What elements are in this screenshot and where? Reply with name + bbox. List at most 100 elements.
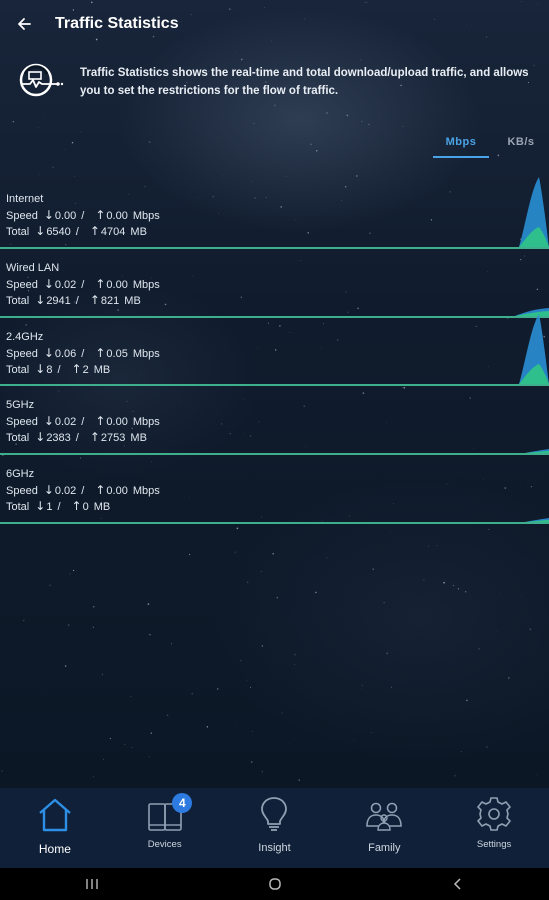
upload-arrow-icon: ↑ (95, 414, 106, 429)
interface-name: Internet (6, 193, 44, 205)
tab-kbs[interactable]: KB/s (493, 128, 549, 158)
speed-label: Speed (6, 416, 38, 429)
speed-down-value: 0.02 (54, 416, 77, 429)
star (1, 770, 3, 772)
nav-home-label: Home (38, 842, 71, 856)
total-up-value: 2 (82, 363, 89, 376)
star (360, 688, 362, 690)
total-unit: MB (93, 363, 111, 376)
traffic-sparkline (505, 307, 549, 316)
interface-row-wired-lan[interactable]: Wired LAN Speed ↓0.02/↑0.00 Mbps Total ↓294… (0, 249, 549, 318)
nav-family-label: Family (368, 842, 401, 854)
star (216, 688, 219, 690)
download-arrow-icon: ↓ (35, 430, 46, 445)
star (247, 581, 249, 583)
back-button[interactable] (0, 0, 48, 48)
interface-name: 2.4GHz (6, 330, 44, 343)
download-arrow-icon: ↓ (43, 483, 54, 497)
star (148, 756, 150, 758)
recent-apps-button[interactable] (62, 868, 122, 900)
download-arrow-icon: ↓ (43, 414, 54, 429)
upload-arrow-icon: ↑ (89, 292, 100, 307)
star (326, 557, 328, 559)
page-title: Traffic Statistics (55, 15, 179, 32)
star (436, 545, 438, 546)
unit-tabs: Mbps KB/s (433, 128, 549, 158)
nav-devices[interactable]: 4 Devices (110, 788, 220, 868)
star (326, 112, 328, 114)
star (167, 714, 169, 716)
gear-icon (477, 797, 511, 831)
star (531, 703, 532, 705)
interface-row-6ghz[interactable]: 6GHz Speed ↓0.02/↑0.00 Mbps Total ↓1/↑0 MB (0, 455, 549, 524)
bottom-navigation: Home 4 Devices Insight Family Settings (0, 788, 549, 868)
back-arrow-icon (18, 18, 31, 30)
star (260, 571, 262, 572)
star (81, 131, 82, 133)
star (498, 593, 500, 594)
star (253, 122, 255, 124)
star (521, 595, 522, 597)
star (427, 545, 429, 547)
download-arrow-icon: ↓ (43, 345, 54, 360)
total-label: Total (6, 294, 30, 307)
star (386, 652, 389, 655)
download-arrow-icon: ↓ (43, 208, 54, 222)
upload-arrow-icon: ↑ (89, 224, 100, 238)
star (38, 174, 40, 176)
star (391, 686, 393, 688)
nav-family[interactable]: Family (329, 788, 439, 868)
star (250, 761, 253, 763)
total-unit: MB (130, 226, 147, 238)
speed-up-value: 0.00 (106, 485, 128, 497)
speed-row: Speed ↓0.02/↑0.00 Mbps (6, 414, 160, 429)
star (294, 653, 296, 656)
star (353, 739, 354, 741)
interface-row-internet[interactable]: Internet Speed ↓0.00/↑0.00 Mbps Total ↓6540… (0, 176, 549, 249)
star (508, 677, 510, 679)
star (44, 113, 46, 114)
tab-mbps[interactable]: Mbps (433, 128, 489, 158)
nav-home[interactable]: Home (0, 788, 110, 868)
star (372, 568, 375, 571)
interface-list: Internet Speed ↓0.00/↑0.00 Mbps Total ↓6540… (0, 176, 549, 524)
home-system-button[interactable] (245, 868, 305, 900)
star (74, 175, 76, 177)
total-down-value: 1 (46, 501, 53, 513)
speed-label: Speed (6, 278, 38, 291)
star (346, 114, 349, 117)
star (355, 175, 358, 177)
star (488, 529, 490, 530)
upload-arrow-icon: ↑ (95, 345, 106, 360)
star (251, 730, 254, 733)
total-label: Total (6, 363, 30, 376)
star (64, 149, 66, 151)
speed-unit: Mbps (132, 485, 160, 497)
star (452, 585, 455, 587)
star (249, 686, 252, 689)
intro-description: Traffic Statistics shows the real-time a… (80, 67, 529, 97)
star (131, 747, 133, 748)
star (276, 597, 278, 599)
total-up-value: 0 (82, 501, 89, 513)
nav-insight[interactable]: Insight (220, 788, 330, 868)
upload-arrow-icon: ↑ (95, 208, 106, 222)
star (310, 143, 312, 146)
star (478, 648, 480, 650)
download-arrow-icon: ↓ (35, 292, 46, 307)
star (92, 626, 94, 628)
star (12, 121, 15, 123)
star (49, 584, 51, 586)
total-label: Total (6, 432, 30, 445)
star (124, 744, 126, 745)
star (289, 742, 291, 744)
speed-unit: Mbps (132, 210, 160, 222)
traffic-sparkline (505, 176, 549, 247)
nav-settings[interactable]: Settings (439, 788, 549, 868)
interface-row-2-4ghz[interactable]: 2.4GHz Speed ↓0.06/↑0.05 Mbps Total ↓8/↑2 MB (0, 314, 549, 387)
download-arrow-icon: ↓ (35, 224, 46, 238)
back-system-button[interactable] (428, 868, 488, 900)
interface-row-5ghz[interactable]: 5GHz Speed ↓0.02/↑0.00 Mbps Total ↓2383/↑27… (0, 386, 549, 455)
speed-row: Speed ↓0.02/↑0.00 Mbps (6, 483, 160, 497)
star (361, 120, 363, 123)
